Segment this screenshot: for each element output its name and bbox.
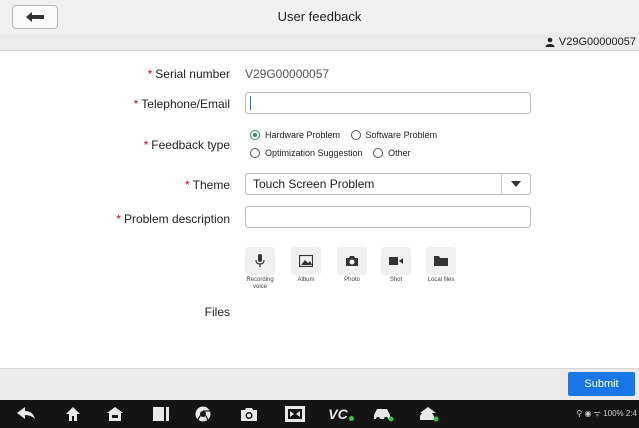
attach-local-files[interactable]: Local files [423,247,459,284]
attach-label: Shot [389,277,403,283]
page-title: User feedback [277,9,362,24]
house-icon[interactable] [104,404,126,424]
chrome-icon[interactable] [192,404,214,424]
radio-other[interactable]: Other [373,148,411,158]
radio-optimization-suggestion[interactable]: Optimization Suggestion [250,148,363,158]
radio-software-problem[interactable]: Software Problem [350,130,437,140]
radio-hardware-problem[interactable]: Hardware Problem [250,130,340,140]
vci-status-dot [348,415,354,421]
status-icons: ⚲ ◉ ᯤ [576,409,604,418]
files-label: Files [204,305,230,319]
camera-icon[interactable] [238,404,260,424]
user-icon [545,37,555,47]
feedback-type-row-2: Optimization Suggestion Other [250,148,419,160]
text-cursor [250,96,251,110]
required-mark: * [143,138,149,152]
serial-number-value: V29G00000057 [245,67,330,81]
folder-icon [434,256,448,266]
theme-label: * Theme [184,178,230,192]
user-bar: V29G00000057 [0,33,639,51]
required-mark: * [116,212,121,226]
title-bar: User feedback [0,0,639,34]
car-icon[interactable] [372,404,394,424]
required-mark: * [184,178,190,192]
user-info: V29G00000057 [545,34,636,49]
image-icon [299,255,313,267]
attach-photo[interactable]: Photo [334,247,370,284]
microphone-icon [255,254,265,267]
required-mark: * [147,67,153,81]
status-bar-info: ⚲ ◉ ᯤ 100% 2:4 [576,409,637,418]
camera-icon [346,256,358,266]
attach-shot[interactable]: Shot [378,247,414,284]
action-bar [0,368,639,401]
attach-label: Recording voice [246,277,274,290]
description-input[interactable] [245,206,531,228]
description-label: * Problem description [116,212,230,226]
chevron-down-icon [511,181,521,187]
contact-label: * Telephone/Email [133,97,230,111]
video-icon [389,257,403,265]
radio-selected-icon [250,130,260,140]
attach-label: Photo [344,277,360,283]
required-mark: * [133,97,139,111]
attach-recording-voice[interactable]: Recording voice [242,247,278,291]
feedback-type-label: * Feedback type [143,138,230,152]
radio-unselected-icon [373,148,384,158]
recent-apps-icon[interactable] [150,404,172,424]
theme-selected-value: Touch Screen Problem [253,177,375,191]
system-navbar: VC ⚲ ◉ ᯤ 100% 2:4 [0,400,639,428]
attach-label: Album [297,277,315,283]
submit-button[interactable]: Submit [568,372,635,396]
feedback-type-row-1: Hardware Problem Software Problem [250,130,445,142]
user-serial: V29G00000057 [558,35,636,48]
attach-label: Local files [427,277,455,283]
home-icon[interactable] [62,404,84,424]
theme-select[interactable]: Touch Screen Problem [245,173,531,195]
radio-unselected-icon [250,148,260,158]
back-icon[interactable] [16,404,38,424]
dropdown-arrow[interactable] [501,174,530,194]
serial-number-label: * Serial number [147,67,230,81]
car-home-icon[interactable] [418,404,440,424]
contact-input[interactable] [245,92,531,114]
attach-album[interactable]: Album [288,247,324,284]
radio-unselected-icon [350,130,361,140]
vci-icon[interactable]: VC [326,404,356,424]
screen-capture-icon[interactable] [284,404,306,424]
